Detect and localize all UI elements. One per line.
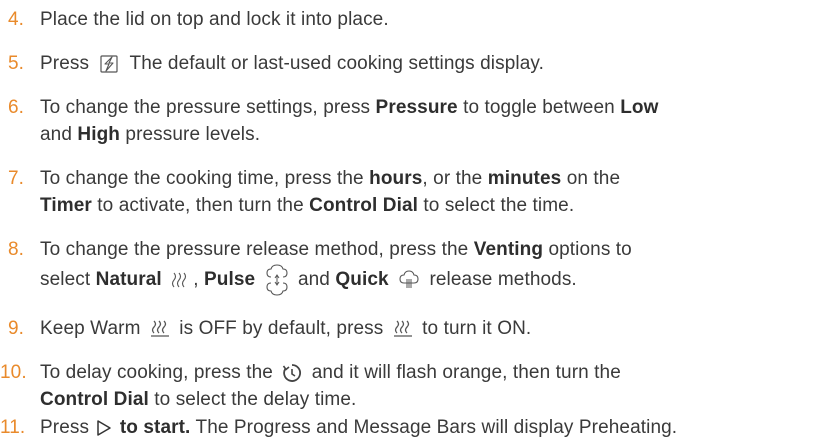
step-number: 6. (8, 97, 25, 118)
low-label: Low (620, 97, 659, 118)
step-text: The default or last-used cooking setting… (129, 53, 544, 74)
step-text: The Progress and Message Bars will displ… (195, 417, 678, 438)
timer-label: Timer (40, 195, 92, 216)
step-text: and it will flash orange, then turn the (311, 362, 621, 383)
venting-label: Venting (473, 239, 544, 260)
step-text: release methods. (429, 269, 577, 291)
step-text: Place the lid on top and lock it into pl… (40, 9, 389, 30)
step-text: on the (566, 168, 621, 189)
start-label: to start. (119, 417, 191, 438)
step-10: 10. To delay cooking, press the and it w… (0, 359, 831, 413)
minutes-label: minutes (487, 168, 562, 189)
step-6: 6. To change the pressure settings, pres… (0, 94, 831, 148)
step-number: 4. (8, 9, 25, 30)
step-number: 8. (8, 239, 25, 260)
hours-label: hours (369, 168, 423, 189)
step-text: is OFF by default, press (179, 318, 384, 339)
step-text: To change the pressure settings, press (40, 97, 371, 118)
natural-release-icon (171, 270, 189, 290)
start-cooking-icon (98, 53, 120, 75)
step-text: pressure levels. (125, 124, 261, 145)
step-text: select (40, 269, 91, 291)
step-text: Keep Warm (40, 318, 141, 339)
step-number: 5. (8, 53, 25, 74)
pressure-button-label: Pressure (375, 97, 458, 118)
step-number: 9. (8, 318, 25, 339)
control-dial-label: Control Dial (40, 389, 149, 410)
step-text: to activate, then turn the (97, 195, 304, 216)
step-text: options to (548, 239, 632, 260)
step-text: To change the cooking time, press the (40, 168, 364, 189)
step-text: to toggle between (463, 97, 615, 118)
step-text: To change the pressure release method, p… (40, 239, 469, 260)
step-4: 4. Place the lid on top and lock it into… (0, 6, 831, 33)
quick-label: Quick (335, 269, 389, 291)
play-icon (96, 419, 112, 437)
instruction-list: 4. Place the lid on top and lock it into… (0, 0, 831, 443)
step-8: 8. To change the pressure release method… (0, 236, 831, 297)
step-text: to select the delay time. (154, 389, 357, 410)
step-text: Press (40, 417, 90, 438)
keep-warm-icon (150, 319, 170, 339)
control-dial-label: Control Dial (309, 195, 419, 216)
step-text: , or the (422, 168, 483, 189)
step-text: and (40, 124, 73, 145)
keep-warm-icon (393, 319, 413, 339)
step-9: 9. Keep Warm is OFF by default, press to… (0, 315, 831, 342)
delay-timer-icon (282, 363, 302, 383)
step-number: 7. (8, 168, 25, 189)
step-number: 10. (0, 362, 27, 383)
high-label: High (77, 124, 121, 145)
pulse-label: Pulse (203, 269, 256, 291)
step-number: 11. (0, 417, 26, 438)
step-7: 7. To change the cooking time, press the… (0, 165, 831, 219)
step-text: to turn it ON. (422, 318, 532, 339)
pulse-release-icon (265, 263, 289, 297)
natural-label: Natural (95, 269, 162, 291)
step-11: 11. Press to start. The Progress and Mes… (0, 414, 831, 441)
step-5: 5. Press The default or last-used cookin… (0, 50, 831, 77)
step-text: and (297, 269, 330, 291)
step-text: to select the time. (423, 195, 575, 216)
quick-release-icon (398, 270, 420, 290)
step-text: To delay cooking, press the (40, 362, 273, 383)
